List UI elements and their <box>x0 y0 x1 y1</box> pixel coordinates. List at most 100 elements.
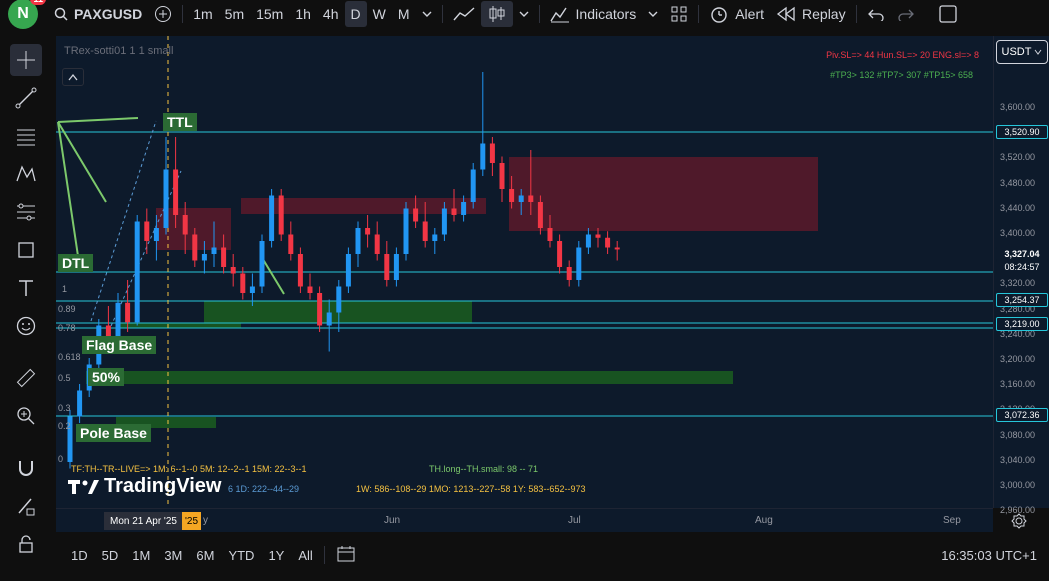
price-tick: 3,000.00 <box>1000 480 1036 490</box>
alarm-clock-icon <box>711 7 727 23</box>
current-price-label: 3,327.04 <box>996 247 1048 261</box>
fib-label-05: 0.5 <box>58 373 71 383</box>
chart-type-dropdown[interactable] <box>513 0 535 28</box>
candle-body <box>576 247 582 280</box>
candle-body <box>192 234 198 261</box>
fib-tool[interactable] <box>10 196 42 228</box>
price-tick: 3,400.00 <box>1000 228 1036 238</box>
indicators-dropdown[interactable] <box>642 0 664 28</box>
clock[interactable]: 16:35:03 UTC+1 <box>941 548 1037 563</box>
candle-body <box>413 208 419 222</box>
interval-15m[interactable]: 15m <box>250 0 289 28</box>
trend-line-icon <box>15 87 37 109</box>
indicators-label: Indicators <box>575 6 637 22</box>
supply-zone-right <box>509 157 818 231</box>
ttl-label: TTL <box>163 113 197 131</box>
range-1d[interactable]: 1D <box>64 548 95 563</box>
range-3m[interactable]: 3M <box>157 548 189 563</box>
fifty-zone <box>86 371 733 384</box>
candle-body <box>153 228 159 241</box>
candle-body <box>537 202 543 228</box>
layout-icon <box>938 5 957 23</box>
range-1m[interactable]: 1M <box>125 548 157 563</box>
candle-body <box>461 202 467 215</box>
level-price-label: 3,219.00 <box>996 317 1048 331</box>
interval-5m[interactable]: 5m <box>219 0 250 28</box>
range-1y[interactable]: 1Y <box>261 548 291 563</box>
avatar-letter: N <box>17 5 29 22</box>
time-axis[interactable]: Mon 21 Apr '25 '25 y Jun Jul Aug Sep <box>56 508 993 532</box>
text-tool[interactable] <box>10 272 42 304</box>
compare-symbol-button[interactable] <box>148 0 178 28</box>
layout-button[interactable] <box>933 0 963 28</box>
line-chart-button[interactable] <box>447 0 481 28</box>
shape-tool[interactable] <box>10 234 42 266</box>
candle-body <box>317 293 323 326</box>
alert-label: Alert <box>735 6 765 22</box>
lines-icon <box>17 129 35 146</box>
candle-body <box>249 286 255 293</box>
candle-body <box>182 215 188 235</box>
candles-group <box>67 72 620 469</box>
price-tick: 3,320.00 <box>1000 278 1036 289</box>
candle-body <box>211 247 217 254</box>
chevron-down-icon <box>519 11 529 17</box>
watermark-text: TradingView <box>104 475 222 497</box>
interval-dropdown[interactable] <box>416 0 438 28</box>
emoji-tool[interactable] <box>10 310 42 342</box>
price-axis[interactable]: USDT 3,600.003,560.003,520.003,480.003,4… <box>993 36 1049 515</box>
range-all[interactable]: All <box>291 548 319 563</box>
go-to-date-button[interactable] <box>329 545 363 566</box>
crosshair-tool[interactable] <box>10 44 42 76</box>
candle-body <box>144 221 150 241</box>
alert-button[interactable]: Alert <box>703 0 770 28</box>
chevron-down-icon <box>1035 49 1042 55</box>
horizontal-lines-tool[interactable] <box>10 120 42 152</box>
lock-drawings-tool[interactable] <box>10 490 42 522</box>
range-5d[interactable]: 5D <box>95 548 126 563</box>
templates-button[interactable] <box>664 0 694 28</box>
measure-tool[interactable] <box>10 362 42 394</box>
interval-4h[interactable]: 4h <box>317 0 345 28</box>
chart-settings-button[interactable] <box>1008 511 1030 531</box>
interval-d[interactable]: D <box>344 1 367 27</box>
magnet-tool[interactable] <box>10 452 42 484</box>
interval-1h[interactable]: 1h <box>289 0 317 28</box>
user-avatar[interactable]: N 11 <box>8 0 46 29</box>
indicators-button[interactable]: Indicators <box>544 0 643 28</box>
trend-line <box>57 117 139 123</box>
zoom-in-icon <box>17 407 35 425</box>
chart-pane[interactable]: TRex-sotti01 1 1 small Piv.SL=> 44 Hun.S… <box>56 36 993 508</box>
replay-button[interactable]: Replay <box>770 0 852 28</box>
info-line-tp: #TP3> 132 #TP7> 307 #TP15> 658 <box>830 70 973 80</box>
top-toolbar: N 11 PAXGUSD 1m 5m 15m 1h 4h D W M Indic… <box>0 0 1049 29</box>
crosshair-icon <box>17 51 35 69</box>
separator <box>855 5 857 23</box>
range-ytd[interactable]: YTD <box>221 548 261 563</box>
candle-body <box>403 208 409 254</box>
undo-button[interactable] <box>861 0 891 28</box>
fib-label-0: 0 <box>58 454 64 464</box>
collapse-legend-button[interactable] <box>62 68 84 86</box>
gear-icon <box>1011 513 1027 529</box>
candle-body <box>566 267 572 280</box>
fib-label-02: 0.2 <box>58 421 71 431</box>
trend-line-tool[interactable] <box>10 82 42 114</box>
symbol-search[interactable]: PAXGUSD <box>48 0 148 28</box>
fib-label-0618: 0.618 <box>58 352 81 362</box>
currency-selector[interactable]: USDT <box>996 40 1048 64</box>
channel-line <box>90 120 157 322</box>
dtl-label: DTL <box>58 254 94 272</box>
candle-body <box>134 221 140 323</box>
interval-m[interactable]: M <box>392 0 416 28</box>
candle-body <box>115 302 121 339</box>
redo-button[interactable] <box>891 0 921 28</box>
pattern-tool[interactable] <box>10 158 42 190</box>
candles-chart-button[interactable] <box>480 1 513 27</box>
lock-tool[interactable] <box>10 528 42 560</box>
interval-1m[interactable]: 1m <box>187 0 218 28</box>
range-6m[interactable]: 6M <box>189 548 221 563</box>
interval-w[interactable]: W <box>367 0 392 28</box>
zoom-tool[interactable] <box>10 400 42 432</box>
separator <box>538 5 540 23</box>
